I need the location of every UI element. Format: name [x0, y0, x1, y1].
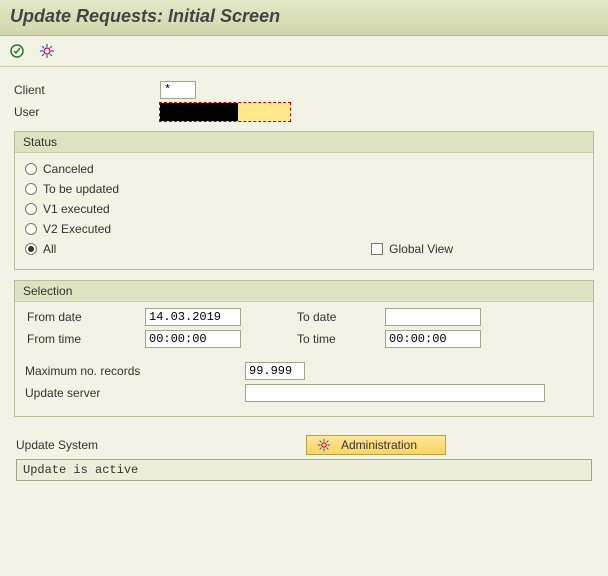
from-date-label: From date	[25, 310, 145, 324]
page-title: Update Requests: Initial Screen	[10, 6, 280, 26]
selection-group: Selection From date To date From time To…	[14, 280, 594, 417]
execute-icon[interactable]	[8, 42, 26, 60]
from-date-input[interactable]	[145, 308, 241, 326]
max-records-label: Maximum no. records	[25, 364, 245, 378]
client-label: Client	[10, 83, 160, 97]
content: Client User Status Canceled To be update…	[0, 67, 608, 491]
max-records-input[interactable]	[245, 362, 305, 380]
update-server-input[interactable]	[245, 384, 545, 402]
selection-group-title: Selection	[15, 281, 593, 302]
user-input[interactable]	[160, 103, 290, 121]
administration-button-label: Administration	[341, 438, 417, 452]
update-server-label: Update server	[25, 386, 245, 400]
status-group-title: Status	[15, 132, 593, 153]
status-group: Status Canceled To be updated V1 execute…	[14, 131, 594, 270]
administration-button[interactable]: Administration	[306, 435, 446, 455]
global-view-checkbox[interactable]: Global View	[371, 242, 453, 256]
radio-to-be-updated[interactable]: To be updated	[25, 179, 583, 199]
gear-icon	[317, 438, 331, 452]
client-input[interactable]	[160, 81, 196, 99]
radio-v1-executed[interactable]: V1 executed	[25, 199, 583, 219]
to-time-label: To time	[295, 332, 385, 346]
status-bar: Update is active	[16, 459, 592, 481]
user-label: User	[10, 105, 160, 119]
radio-label: All	[43, 242, 56, 256]
to-date-label: To date	[295, 310, 385, 324]
checkbox-icon	[371, 243, 383, 255]
radio-canceled[interactable]: Canceled	[25, 159, 583, 179]
admin-gear-icon[interactable]	[38, 42, 56, 60]
toolbar	[0, 36, 608, 67]
title-bar: Update Requests: Initial Screen	[0, 0, 608, 36]
update-system-label: Update System	[16, 438, 136, 452]
to-date-input[interactable]	[385, 308, 481, 326]
radio-all[interactable]: All	[25, 242, 56, 256]
checkbox-label: Global View	[389, 242, 453, 256]
from-time-label: From time	[25, 332, 145, 346]
radio-icon	[25, 183, 37, 195]
to-time-input[interactable]	[385, 330, 481, 348]
radio-label: To be updated	[43, 182, 119, 196]
radio-label: Canceled	[43, 162, 94, 176]
radio-icon	[25, 203, 37, 215]
from-time-input[interactable]	[145, 330, 241, 348]
radio-icon	[25, 243, 37, 255]
radio-label: V1 executed	[43, 202, 110, 216]
radio-label: V2 Executed	[43, 222, 111, 236]
radio-v2-executed[interactable]: V2 Executed	[25, 219, 583, 239]
radio-icon	[25, 223, 37, 235]
radio-icon	[25, 163, 37, 175]
